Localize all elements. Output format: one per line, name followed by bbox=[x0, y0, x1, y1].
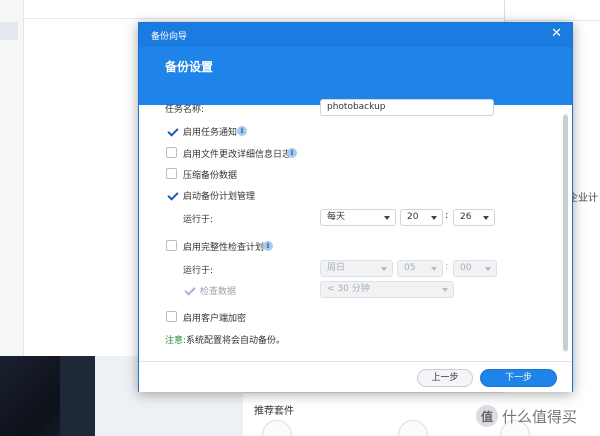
notice-message: 系统配置将会自动备份。 bbox=[186, 336, 286, 346]
task-name-label: 任务名称: bbox=[165, 105, 205, 115]
integrity-day-value: 周日 bbox=[327, 263, 346, 273]
integrity-run-at-label: 运行于: bbox=[183, 266, 214, 276]
backup-frequency-value: 每天 bbox=[327, 212, 346, 222]
check-duration-select[interactable]: < 30 分钟 bbox=[320, 281, 454, 298]
close-icon[interactable]: ✕ bbox=[551, 27, 562, 41]
watermark-text: 什么值得买 bbox=[502, 407, 578, 426]
backup-hour-select[interactable]: 20 bbox=[400, 209, 443, 226]
prev-step-button[interactable]: 上一步 bbox=[417, 369, 473, 387]
time-separator: : bbox=[445, 261, 449, 272]
background-sidebar-selected-item bbox=[0, 22, 18, 40]
enable-backup-schedule-checkbox[interactable] bbox=[166, 189, 177, 200]
info-icon[interactable]: i bbox=[263, 241, 273, 251]
enable-backup-schedule-label[interactable]: 启动备份计划管理 bbox=[183, 189, 255, 202]
backup-wizard-dialog: 备份向导 ✕ 备份设置 任务名称: photobackup 启用任务通知 i 启… bbox=[138, 22, 573, 392]
backup-minute-value: 26 bbox=[460, 212, 472, 222]
background-right-divider bbox=[505, 20, 600, 21]
check-data-checkbox[interactable] bbox=[183, 284, 194, 295]
enable-client-encryption-label[interactable]: 启用客户端加密 bbox=[183, 311, 246, 324]
dialog-heading: 备份设置 bbox=[165, 60, 214, 74]
dialog-title: 备份向导 bbox=[151, 32, 188, 42]
chevron-down-icon bbox=[483, 216, 489, 220]
enable-task-notification-checkbox[interactable] bbox=[166, 125, 177, 136]
scrollbar-thumb[interactable] bbox=[563, 115, 568, 351]
compress-backup-data-label[interactable]: 压缩备份数据 bbox=[183, 168, 237, 181]
backup-frequency-select[interactable]: 每天 bbox=[320, 209, 396, 226]
enable-integrity-check-checkbox[interactable] bbox=[166, 240, 177, 251]
enable-integrity-check-label[interactable]: 启用完整性检查计划 bbox=[183, 240, 264, 253]
enable-client-encryption-checkbox[interactable] bbox=[166, 311, 177, 322]
recommended-packages-title: 推荐套件 bbox=[254, 406, 294, 417]
backup-hour-value: 20 bbox=[407, 212, 419, 222]
enable-file-change-log-label[interactable]: 启用文件更改详细信息日志 bbox=[183, 147, 291, 160]
task-name-input[interactable]: photobackup bbox=[320, 99, 494, 116]
dialog-header bbox=[139, 47, 572, 105]
dialog-footer: 上一步 下一步 bbox=[139, 361, 572, 392]
watermark-logo-icon: 值 bbox=[476, 405, 498, 427]
watermark: 值 什么值得买 bbox=[476, 405, 577, 427]
integrity-minute-select[interactable]: 00 bbox=[453, 260, 497, 277]
dialog-titlebar[interactable]: 备份向导 ✕ bbox=[139, 23, 572, 47]
check-duration-value: < 30 分钟 bbox=[327, 284, 370, 294]
backup-minute-select[interactable]: 26 bbox=[453, 209, 495, 226]
info-icon[interactable]: i bbox=[237, 126, 247, 136]
enable-file-change-log-checkbox[interactable] bbox=[166, 147, 177, 158]
info-icon[interactable]: i bbox=[287, 148, 297, 158]
chevron-down-icon bbox=[384, 216, 390, 220]
notice-text: 注意:系统配置将会自动备份。 bbox=[165, 333, 285, 346]
compress-backup-data-checkbox[interactable] bbox=[166, 168, 177, 179]
check-data-label[interactable]: 检查数据 bbox=[200, 284, 236, 297]
notice-key: 注意: bbox=[165, 336, 187, 346]
integrity-hour-select[interactable]: 05 bbox=[397, 260, 443, 277]
enable-task-notification-label[interactable]: 启用任务通知 bbox=[183, 125, 237, 138]
background-divider bbox=[24, 18, 505, 19]
chevron-down-icon bbox=[442, 288, 448, 292]
backup-run-at-label: 运行于: bbox=[183, 215, 214, 225]
chevron-down-icon bbox=[485, 267, 491, 271]
integrity-day-select[interactable]: 周日 bbox=[320, 260, 393, 277]
chevron-down-icon bbox=[431, 216, 437, 220]
chevron-down-icon bbox=[381, 267, 387, 271]
background-sidebar bbox=[0, 0, 24, 356]
chevron-down-icon bbox=[431, 267, 437, 271]
time-separator: : bbox=[445, 210, 449, 221]
background-package-divider bbox=[243, 392, 505, 393]
next-step-button[interactable]: 下一步 bbox=[480, 369, 557, 387]
integrity-minute-value: 00 bbox=[460, 263, 472, 273]
integrity-hour-value: 05 bbox=[404, 263, 416, 273]
background-wallpaper-shade bbox=[60, 356, 95, 436]
